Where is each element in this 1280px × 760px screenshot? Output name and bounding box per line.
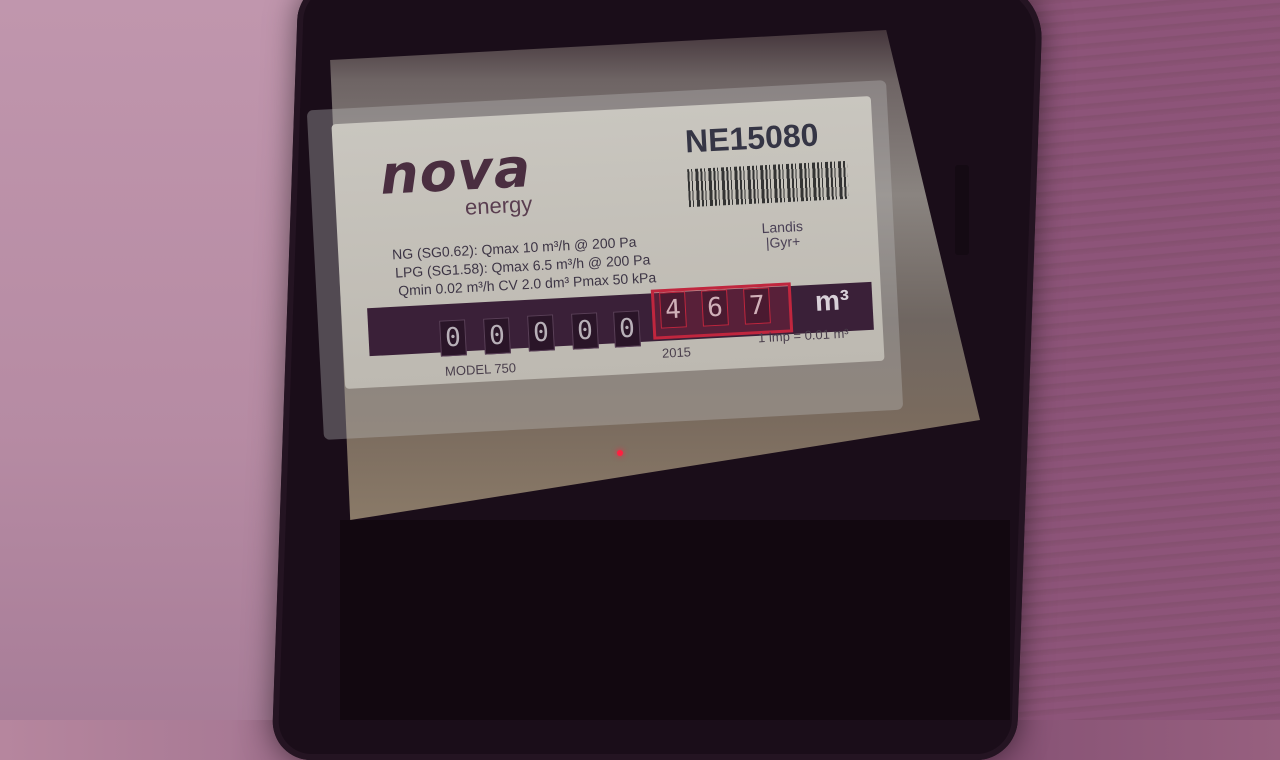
- unit-label: m³: [814, 284, 850, 317]
- phone-lower-bezel: [340, 520, 1010, 720]
- pulse-led: [617, 450, 623, 456]
- counter-digit: 0: [527, 314, 555, 352]
- counter-digit-decimal: 7: [743, 287, 771, 325]
- manufacturer-name-2: |Gyr+: [765, 233, 801, 251]
- counter-digit-decimal: 4: [659, 291, 687, 329]
- serial-number: NE15080: [684, 116, 820, 160]
- manufacturer-logo: Landis |Gyr+: [761, 218, 804, 251]
- counter-digit: 0: [613, 310, 641, 348]
- phone-side-button: [955, 165, 969, 255]
- counter-digit-decimal: 6: [701, 289, 729, 327]
- brand-subtitle: energy: [464, 191, 533, 220]
- year-label: 2015: [661, 344, 692, 361]
- counter-digit: 0: [571, 312, 599, 350]
- counter-digit: 0: [483, 317, 511, 355]
- counter-digit: 0: [439, 319, 467, 357]
